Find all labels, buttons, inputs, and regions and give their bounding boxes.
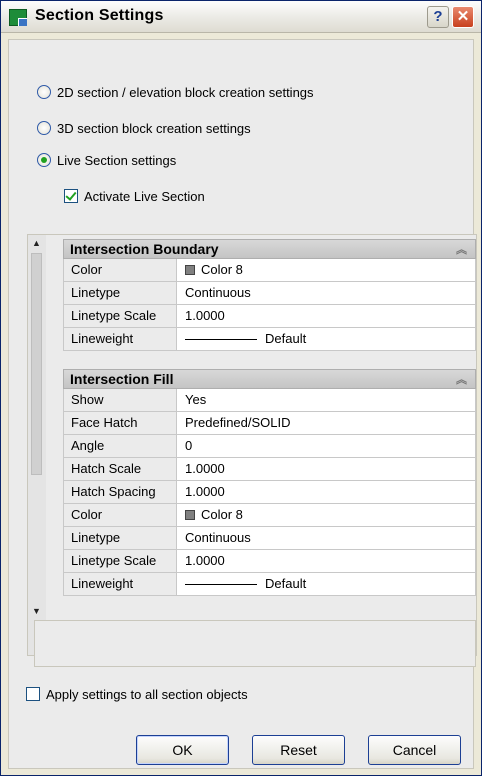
- fill-row-show[interactable]: Show Yes: [63, 389, 476, 412]
- apply-all-checkbox[interactable]: [26, 687, 40, 701]
- radio-3d-label: 3D section block creation settings: [57, 120, 251, 136]
- intersection-fill-section: Intersection Fill ︽ Show Yes Face Hatch …: [63, 369, 476, 596]
- intersection-boundary-header[interactable]: Intersection Boundary ︽: [63, 239, 476, 259]
- collapse-icon[interactable]: ︽: [456, 241, 467, 259]
- lineweight-line: [185, 583, 257, 585]
- property-value-text: 0: [185, 438, 193, 453]
- section-settings-dialog: Section Settings ? ✕ 2D section / elevat…: [0, 0, 482, 776]
- boundary-row-color[interactable]: Color Color 8: [63, 259, 476, 282]
- property-value-text: 1.0000: [185, 553, 225, 568]
- property-value[interactable]: Default: [177, 328, 476, 350]
- properties-palette: ▲ ▼ Intersection Boundary ︽ Color Color …: [27, 234, 477, 656]
- property-key: Hatch Scale: [63, 458, 177, 480]
- fill-row-face-hatch[interactable]: Face Hatch Predefined/SOLID: [63, 412, 476, 435]
- property-value[interactable]: 1.0000: [177, 550, 476, 572]
- radio-live-button[interactable]: [37, 153, 51, 167]
- property-value-text: 1.0000: [185, 484, 225, 499]
- radio-2d-label: 2D section / elevation block creation se…: [57, 84, 314, 100]
- property-value[interactable]: Default: [177, 573, 476, 595]
- property-value-text: Continuous: [185, 285, 251, 300]
- radio-2d-section[interactable]: 2D section / elevation block creation se…: [37, 82, 314, 102]
- radio-live-label: Live Section settings: [57, 152, 177, 168]
- fill-row-linetype[interactable]: Linetype Continuous: [63, 527, 476, 550]
- property-key: Hatch Spacing: [63, 481, 177, 503]
- fill-row-hatch-spacing[interactable]: Hatch Spacing 1.0000: [63, 481, 476, 504]
- property-value-text: Predefined/SOLID: [185, 415, 291, 430]
- app-icon: [9, 9, 27, 26]
- collapse-icon[interactable]: ︽: [456, 371, 467, 389]
- property-key: Linetype: [63, 282, 177, 304]
- property-value-text: 1.0000: [185, 461, 225, 476]
- dialog-body: 2D section / elevation block creation se…: [8, 39, 477, 769]
- property-value[interactable]: 1.0000: [177, 458, 476, 480]
- property-key: Color: [63, 259, 177, 281]
- color-swatch: [185, 265, 195, 275]
- intersection-boundary-title: Intersection Boundary: [70, 241, 219, 257]
- property-value-text: Default: [265, 576, 307, 591]
- activate-live-section-checkbox-row[interactable]: Activate Live Section: [64, 186, 205, 206]
- property-key: Linetype Scale: [63, 305, 177, 327]
- boundary-row-linetype[interactable]: Linetype Continuous: [63, 282, 476, 305]
- lineweight-line: [185, 338, 257, 340]
- scroll-down-icon[interactable]: ▼: [30, 605, 43, 618]
- boundary-row-lineweight[interactable]: Lineweight Default: [63, 328, 476, 351]
- fill-row-hatch-scale[interactable]: Hatch Scale 1.0000: [63, 458, 476, 481]
- window-title: Section Settings: [35, 7, 164, 24]
- palette-scrollbar[interactable]: ▲ ▼: [28, 235, 46, 655]
- property-key: Angle: [63, 435, 177, 457]
- property-value-text: Yes: [185, 392, 207, 407]
- color-swatch: [185, 510, 195, 520]
- property-value[interactable]: 0: [177, 435, 476, 457]
- ok-button[interactable]: OK: [136, 735, 229, 765]
- property-key: Show: [63, 389, 177, 411]
- property-value[interactable]: 1.0000: [177, 481, 476, 503]
- scroll-thumb[interactable]: [31, 253, 42, 475]
- activate-live-section-checkbox[interactable]: [64, 189, 78, 203]
- property-key: Linetype: [63, 527, 177, 549]
- intersection-boundary-section: Intersection Boundary ︽ Color Color 8 Li…: [63, 239, 476, 351]
- intersection-fill-header[interactable]: Intersection Fill ︽: [63, 369, 476, 389]
- property-key: Lineweight: [63, 328, 177, 350]
- property-value[interactable]: Continuous: [177, 282, 476, 304]
- property-value-text: 1.0000: [185, 308, 225, 323]
- apply-all-checkbox-row[interactable]: Apply settings to all section objects: [26, 684, 248, 704]
- property-value[interactable]: Continuous: [177, 527, 476, 549]
- activate-live-section-label: Activate Live Section: [84, 188, 205, 204]
- fill-row-lineweight[interactable]: Lineweight Default: [63, 573, 476, 596]
- property-value-text: Default: [265, 331, 307, 346]
- property-key: Lineweight: [63, 573, 177, 595]
- property-value[interactable]: 1.0000: [177, 305, 476, 327]
- help-button[interactable]: ?: [427, 6, 449, 28]
- reset-button[interactable]: Reset: [252, 735, 345, 765]
- fill-row-color[interactable]: Color Color 8: [63, 504, 476, 527]
- fill-row-angle[interactable]: Angle 0: [63, 435, 476, 458]
- property-value[interactable]: Color 8: [177, 259, 476, 281]
- description-panel: [34, 620, 476, 667]
- property-value[interactable]: Yes: [177, 389, 476, 411]
- property-key: Linetype Scale: [63, 550, 177, 572]
- property-value[interactable]: Predefined/SOLID: [177, 412, 476, 434]
- scroll-up-icon[interactable]: ▲: [30, 237, 43, 250]
- property-value-text: Continuous: [185, 530, 251, 545]
- property-key: Face Hatch: [63, 412, 177, 434]
- radio-live-section[interactable]: Live Section settings: [37, 150, 176, 170]
- radio-3d-button[interactable]: [37, 121, 51, 135]
- radio-3d-section[interactable]: 3D section block creation settings: [37, 118, 251, 138]
- apply-all-label: Apply settings to all section objects: [46, 686, 248, 702]
- boundary-row-linetype-scale[interactable]: Linetype Scale 1.0000: [63, 305, 476, 328]
- close-button[interactable]: ✕: [452, 6, 474, 28]
- title-bar[interactable]: Section Settings ? ✕: [1, 1, 481, 33]
- property-value[interactable]: Color 8: [177, 504, 476, 526]
- property-key: Color: [63, 504, 177, 526]
- fill-row-linetype-scale[interactable]: Linetype Scale 1.0000: [63, 550, 476, 573]
- radio-2d-button[interactable]: [37, 85, 51, 99]
- intersection-fill-title: Intersection Fill: [70, 371, 174, 387]
- property-value-text: Color 8: [201, 262, 243, 277]
- property-value-text: Color 8: [201, 507, 243, 522]
- cancel-button[interactable]: Cancel: [368, 735, 461, 765]
